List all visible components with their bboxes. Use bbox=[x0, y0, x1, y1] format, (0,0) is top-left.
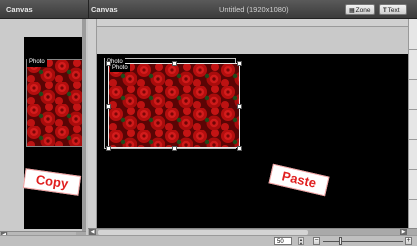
resize-handle-top-right[interactable] bbox=[237, 61, 242, 66]
left-photo-label: Photo bbox=[27, 58, 47, 67]
scrollbar-tick bbox=[409, 79, 417, 80]
zoom-in-button[interactable]: + bbox=[405, 237, 412, 245]
left-vertical-scrollbar[interactable] bbox=[82, 19, 86, 231]
zoom-slider-track[interactable] bbox=[323, 241, 403, 242]
resize-handle-top[interactable] bbox=[172, 61, 177, 66]
left-photo-zone[interactable] bbox=[26, 59, 84, 147]
zoom-out-button[interactable]: − bbox=[313, 237, 320, 245]
text-button-label: Text bbox=[387, 7, 400, 14]
left-ruler bbox=[88, 19, 97, 231]
top-ruler bbox=[88, 19, 408, 27]
text-button[interactable]: TText bbox=[379, 4, 407, 15]
scrollbar-tick bbox=[409, 49, 417, 50]
selected-photo-zone[interactable] bbox=[108, 63, 240, 148]
roses-photo-image bbox=[27, 60, 83, 146]
scrollbar-tick bbox=[409, 199, 417, 200]
resize-handle-bottom-left[interactable] bbox=[106, 146, 111, 151]
document-title: Untitled (1920x1080) bbox=[219, 5, 289, 14]
left-panel-title: Canvas bbox=[6, 5, 33, 14]
scrollbar-tick bbox=[409, 109, 417, 110]
roses-photo-image bbox=[109, 64, 239, 147]
zoom-level-input[interactable]: 50 bbox=[274, 237, 292, 245]
zone-grid-icon: ▦ bbox=[349, 8, 355, 14]
main-vertical-scrollbar[interactable] bbox=[408, 19, 417, 231]
zoom-slider-thumb[interactable] bbox=[339, 237, 342, 245]
zone-button-label: Zone bbox=[355, 7, 371, 14]
left-panel-titlebar: Canvas bbox=[0, 0, 88, 19]
resize-handle-right[interactable] bbox=[237, 104, 242, 109]
zoom-spinner-icon[interactable]: ▲ ▼ bbox=[298, 237, 304, 246]
resize-handle-bottom-right[interactable] bbox=[237, 146, 242, 151]
scrollbar-tick bbox=[409, 169, 417, 170]
text-t-icon: T bbox=[383, 8, 387, 14]
resize-handle-left[interactable] bbox=[106, 104, 111, 109]
main-panel-title: Canvas bbox=[91, 5, 118, 14]
scrollbar-tick bbox=[409, 139, 417, 140]
resize-handle-bottom[interactable] bbox=[172, 146, 177, 151]
photo-zone-label: Photo bbox=[110, 64, 130, 72]
zoom-bar: 50 ▲ ▼ − + bbox=[0, 235, 417, 246]
zone-button[interactable]: ▦Zone bbox=[345, 4, 375, 15]
main-panel-titlebar: Canvas Untitled (1920x1080) ▦Zone TText bbox=[88, 0, 417, 19]
resize-handle-top-left[interactable] bbox=[106, 61, 111, 66]
